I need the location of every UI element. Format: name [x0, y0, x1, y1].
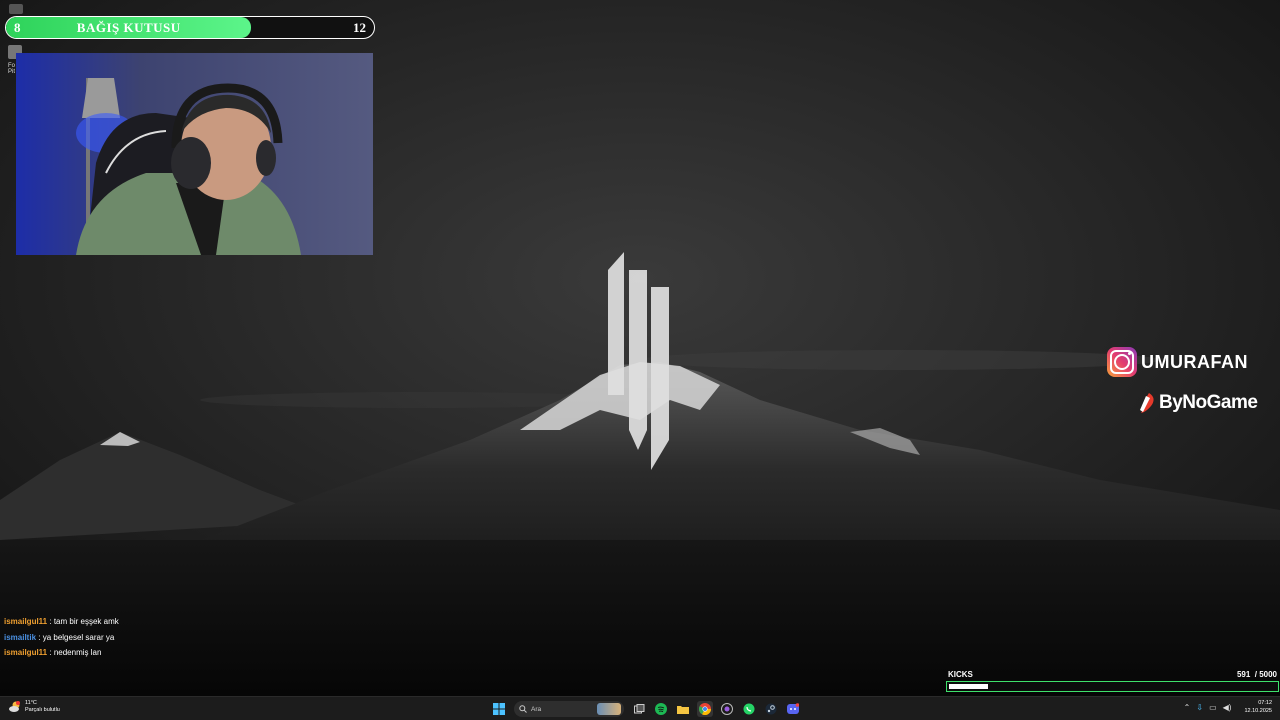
discord-icon: [787, 703, 799, 714]
volume-icon[interactable]: ◀): [1223, 703, 1232, 712]
search-highlight-image: [597, 703, 621, 715]
steam-button[interactable]: [763, 701, 779, 717]
taskbar: 11°C Parçalı bulutlu Ara ⌃ ⇩ ▭ ◀) 07:12 …: [0, 696, 1280, 720]
weather-desc: Parçalı bulutlu: [25, 707, 60, 713]
windows-start-button[interactable]: [491, 701, 507, 717]
steam-icon: [765, 703, 777, 715]
chat-text: : tam bir eşşek amk: [49, 617, 119, 626]
app-icon: [9, 4, 23, 14]
weather-temp: 11°C: [25, 700, 37, 706]
kicks-progress-bar: [946, 681, 1279, 692]
desktop-app-icon-top[interactable]: [9, 4, 23, 14]
github-desktop-button[interactable]: [719, 701, 735, 717]
taskbar-search[interactable]: Ara: [514, 701, 624, 717]
github-desktop-icon: [721, 703, 733, 715]
chat-message: ismailgul11 : tam bir eşşek amk: [4, 614, 119, 630]
webcam-feed: [16, 53, 373, 255]
download-icon[interactable]: ⇩: [1196, 703, 1203, 712]
weather-widget[interactable]: 11°C Parçalı bulutlu: [8, 700, 60, 714]
chat-username: ismailgul11: [4, 617, 48, 626]
file-explorer-button[interactable]: [675, 701, 691, 717]
discord-button[interactable]: [785, 701, 801, 717]
chat-message: ismailgul11 : nedenmiş lan: [4, 645, 119, 661]
sponsor-name: ByNoGame: [1159, 392, 1258, 413]
chrome-button[interactable]: [697, 701, 713, 717]
donation-title: BAĞIŞ KUTUSU: [76, 20, 181, 35]
kicks-label: KICKS: [948, 670, 973, 679]
kicks-progress-fill: [949, 684, 988, 689]
chat-message: ismailtik : ya belgesel sarar ya: [4, 630, 119, 646]
search-icon: [519, 705, 527, 713]
instagram-handle: UMURAFAN: [1141, 351, 1248, 372]
chat-username: ismailtik: [4, 632, 37, 642]
network-icon[interactable]: ▭: [1209, 703, 1217, 712]
chat-username: ismailgul11: [4, 648, 48, 657]
whatsapp-icon: [743, 703, 755, 715]
search-placeholder: Ara: [531, 705, 542, 713]
windows-start-icon: [493, 703, 505, 715]
chat-text: : nedenmiş lan: [49, 648, 102, 657]
clock[interactable]: 07:12 12.10.2025: [1244, 700, 1272, 715]
clock-time: 07:12: [1258, 700, 1272, 706]
spotify-icon: [655, 703, 667, 715]
clock-date: 12.10.2025: [1244, 707, 1272, 714]
kicks-goal: / 5000: [1254, 670, 1277, 679]
chevron-up-icon[interactable]: ⌃: [1184, 703, 1191, 712]
file-explorer-icon: [677, 705, 689, 714]
instagram-overlay: UMURAFAN: [1107, 347, 1248, 377]
chrome-icon: [699, 703, 711, 715]
spotify-button[interactable]: [653, 701, 669, 717]
task-view-button[interactable]: [631, 701, 647, 717]
task-view-icon: [633, 703, 644, 713]
sponsor-overlay: ByNoGame: [1137, 392, 1258, 414]
bynogame-logo-icon: [1140, 393, 1154, 413]
chat-overlay: ismailgul11 : tam bir eşşek amk ismailti…: [4, 614, 119, 661]
kicks-count: 591 / 5000: [1237, 670, 1277, 679]
system-tray: ⌃ ⇩ ▭ ◀) 07:12 12.10.2025: [1181, 700, 1272, 715]
chat-text: : ya belgesel sarar ya: [38, 632, 115, 642]
donation-goal: 12: [353, 20, 366, 35]
partly-cloudy-icon: [9, 701, 20, 712]
whatsapp-button[interactable]: [741, 701, 757, 717]
taskbar-apps: Ara: [488, 699, 804, 719]
kicks-current: 591: [1236, 670, 1251, 679]
donation-progress-bar: 8 BAĞIŞ KUTUSU 12: [5, 16, 375, 39]
instagram-icon: [1107, 347, 1137, 377]
